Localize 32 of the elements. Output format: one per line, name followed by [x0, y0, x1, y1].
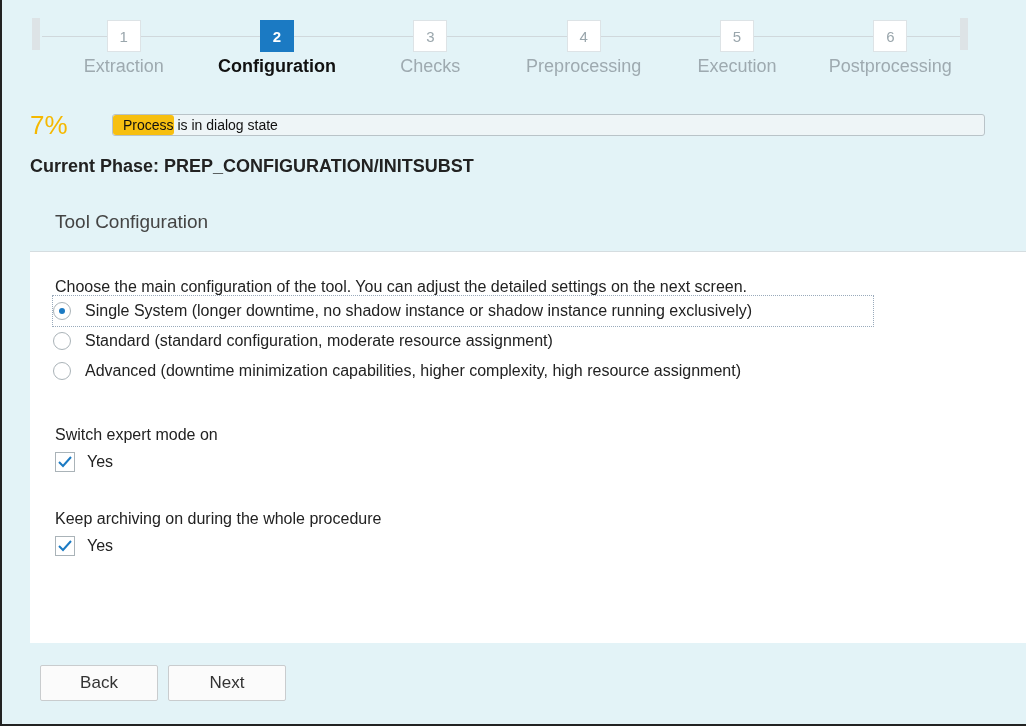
step-number[interactable]: 3	[413, 20, 448, 52]
intro-text: Choose the main configuration of the tool. You can adjust the detailed settings on the next screen.	[55, 278, 749, 296]
radio-label[interactable]: Standard (standard configuration, moderate resource assignment)	[85, 332, 553, 350]
step-label[interactable]: Checks	[400, 56, 461, 77]
section-title: Tool Configuration	[55, 211, 210, 234]
step-label[interactable]: Configuration	[218, 56, 336, 77]
radio-label[interactable]: Advanced (downtime minimization capabilities, higher complexity, high resource assignment)	[85, 362, 741, 380]
radio-label[interactable]: Single System (longer downtime, no shadow instance or shadow instance running exclusively)	[85, 302, 752, 320]
radio-button[interactable]	[53, 302, 71, 320]
setting-title: Switch expert mode on	[55, 426, 219, 444]
progress-percent: 7%	[30, 109, 69, 141]
radio-button[interactable]	[53, 332, 71, 350]
step-number[interactable]: 2	[260, 20, 294, 52]
checkbox[interactable]	[55, 536, 75, 556]
step-number[interactable]: 4	[566, 20, 601, 52]
step-label[interactable]: Extraction	[83, 56, 164, 77]
wizard-button[interactable]: Back	[40, 665, 158, 701]
step-label[interactable]: Execution	[697, 56, 777, 77]
progress-message: Process is in dialog state	[123, 117, 278, 133]
wizard-button[interactable]: Next	[168, 665, 286, 701]
step-number[interactable]: 5	[719, 20, 754, 52]
step-label[interactable]: Postprocessing	[828, 56, 952, 77]
stepper-end-cap	[960, 18, 968, 50]
step-label[interactable]: Preprocessing	[526, 56, 642, 77]
checkbox[interactable]	[55, 452, 75, 472]
radio-button[interactable]	[53, 362, 71, 380]
step-number[interactable]: 1	[106, 20, 141, 52]
checkbox-label[interactable]: Yes	[87, 537, 114, 555]
checkbox-label[interactable]: Yes	[87, 453, 114, 471]
step-number[interactable]: 6	[873, 20, 908, 52]
current-phase: Current Phase: PREP_CONFIGURATION/INITSUBST	[30, 156, 475, 177]
setting-title: Keep archiving on during the whole procedure	[55, 510, 383, 528]
